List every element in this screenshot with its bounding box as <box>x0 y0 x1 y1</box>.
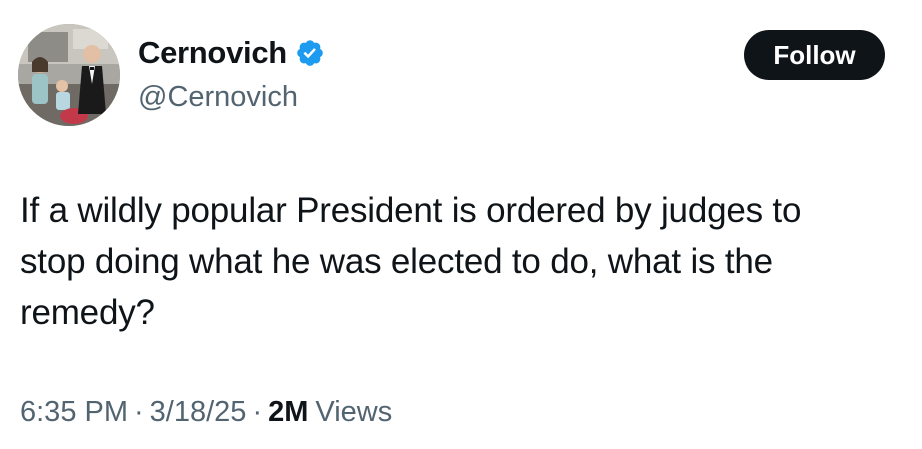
tweet-card: Cernovich @Cernovich Follow If a wildly … <box>0 0 922 449</box>
meta-separator: · <box>134 396 144 428</box>
meta-separator: · <box>252 396 263 428</box>
follow-button[interactable]: Follow <box>744 30 885 80</box>
tweet-meta: 6:35 PM · 3/18/25 · 2M Views <box>20 392 392 432</box>
verified-badge-icon[interactable] <box>295 38 325 68</box>
author-handle[interactable]: @Cernovich <box>138 78 298 116</box>
view-count[interactable]: 2M <box>268 392 308 432</box>
author-name-row[interactable]: Cernovich <box>138 33 325 73</box>
avatar-photo <box>18 24 120 126</box>
views-label[interactable]: Views <box>315 392 392 432</box>
tweet-text-line: If a wildly popular President is ordered… <box>20 191 802 230</box>
tweet-text: If a wildly popular President is ordered… <box>20 185 910 338</box>
avatar[interactable] <box>18 24 120 126</box>
tweet-text-line: remedy? <box>20 293 155 332</box>
tweet-date[interactable]: 3/18/25 <box>150 392 247 432</box>
author-display-name[interactable]: Cernovich <box>138 33 287 73</box>
tweet-text-line: stop doing what he was elected to do, wh… <box>20 242 773 281</box>
tweet-time[interactable]: 6:35 PM <box>20 392 128 432</box>
